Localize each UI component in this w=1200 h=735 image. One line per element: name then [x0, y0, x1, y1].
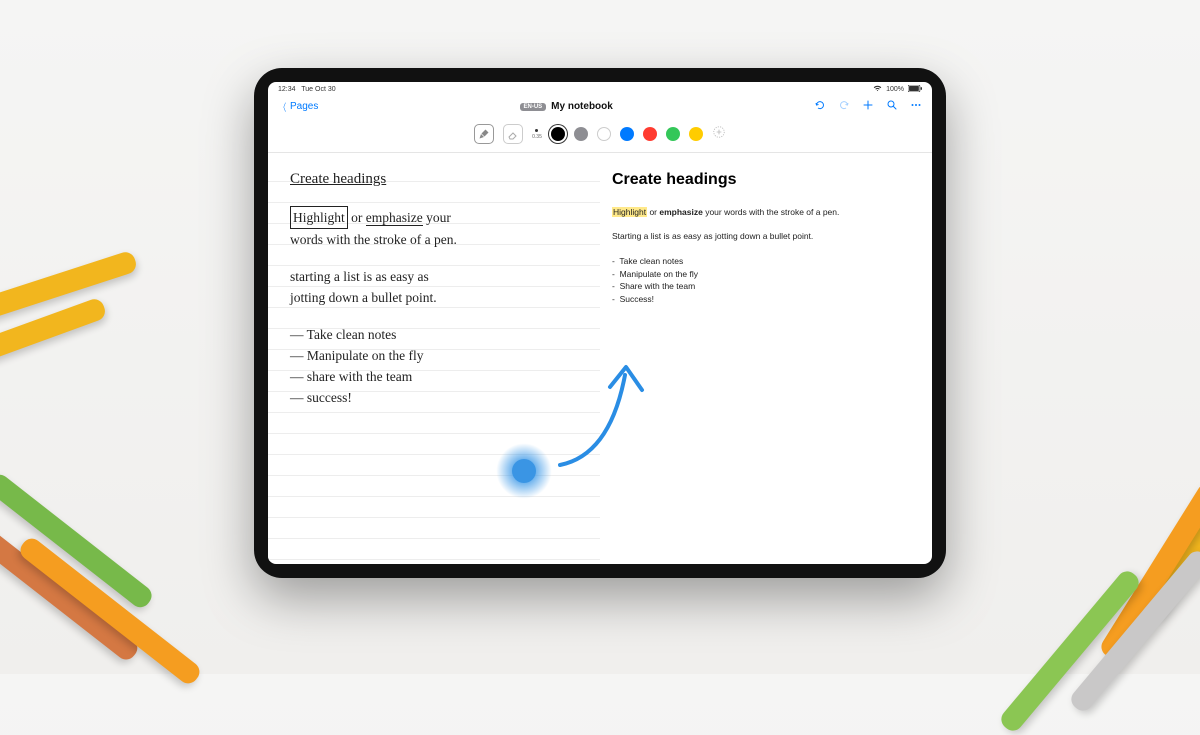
rendered-para: Highlight or emphasize your words with t…	[612, 207, 910, 219]
ipad-device: 12:34 Tue Oct 30 100% 〈 Pages EN-U	[254, 68, 946, 578]
rendered-pane[interactable]: Create headings Highlight or emphasize y…	[600, 153, 932, 561]
hw-line: starting a list is as easy as	[290, 266, 578, 287]
battery-icon	[908, 85, 922, 94]
status-left: 12:34 Tue Oct 30	[278, 86, 336, 93]
color-blue[interactable]	[620, 127, 634, 141]
pen-toolbar: 0.35	[268, 118, 932, 153]
nav-center: EN-US My notebook	[520, 101, 613, 112]
rendered-para: Starting a list is as easy as jotting do…	[612, 231, 910, 243]
document-title[interactable]: My notebook	[551, 101, 613, 112]
color-red[interactable]	[643, 127, 657, 141]
hw-line: words with the stroke of a pen.	[290, 229, 578, 250]
hw-line: Highlight or emphasize your	[290, 206, 578, 229]
hw-list-item: Manipulate on the fly	[290, 345, 578, 366]
status-right: 100%	[873, 85, 922, 94]
rendered-bold: emphasize	[659, 207, 702, 217]
screen: 12:34 Tue Oct 30 100% 〈 Pages EN-U	[268, 82, 932, 564]
hw-list: Take clean notes Manipulate on the fly s…	[290, 324, 578, 408]
hw-line: jotting down a bullet point.	[290, 287, 578, 308]
stroke-label: 0.35	[532, 134, 542, 140]
list-item: Share with the team	[612, 280, 910, 293]
color-green[interactable]	[666, 127, 680, 141]
hw-heading: Create headings	[290, 171, 578, 188]
status-bar: 12:34 Tue Oct 30 100%	[268, 82, 932, 96]
hw-underlined-word: emphasize	[366, 210, 423, 226]
pen-tool[interactable]	[474, 124, 494, 144]
search-button[interactable]	[886, 99, 898, 114]
list-item: Take clean notes	[612, 255, 910, 268]
list-item: Manipulate on the fly	[612, 268, 910, 281]
handwriting-pane[interactable]: Create headings Highlight or emphasize y…	[268, 153, 600, 561]
battery-pct: 100%	[886, 86, 904, 93]
content-area: Create headings Highlight or emphasize y…	[268, 153, 932, 561]
more-button[interactable]	[910, 99, 922, 114]
hw-boxed-word: Highlight	[290, 206, 348, 229]
language-badge[interactable]: EN-US	[520, 103, 547, 111]
back-label: Pages	[290, 101, 318, 112]
color-yellow[interactable]	[689, 127, 703, 141]
hw-list-item: Take clean notes	[290, 324, 578, 345]
status-time: 12:34	[278, 86, 296, 93]
nav-bar: 〈 Pages EN-US My notebook	[268, 96, 932, 118]
redo-button[interactable]	[838, 99, 850, 114]
color-white[interactable]	[597, 127, 611, 141]
color-black[interactable]	[551, 127, 565, 141]
hw-list-item: share with the team	[290, 366, 578, 387]
status-date: Tue Oct 30	[301, 86, 335, 93]
nav-actions	[814, 99, 922, 114]
color-picker-button[interactable]	[712, 125, 726, 144]
hw-list-item: success!	[290, 387, 578, 408]
list-item: Success!	[612, 293, 910, 306]
rendered-highlight: Highlight	[612, 207, 647, 217]
wifi-icon	[873, 85, 882, 94]
color-gray[interactable]	[574, 127, 588, 141]
rendered-heading: Create headings	[612, 171, 910, 189]
stroke-width[interactable]: 0.35	[532, 129, 542, 140]
rendered-list: Take clean notes Manipulate on the fly S…	[612, 255, 910, 306]
add-button[interactable]	[862, 99, 874, 114]
back-button[interactable]: 〈 Pages	[278, 99, 318, 114]
chevron-left-icon: 〈	[280, 99, 286, 114]
eraser-tool[interactable]	[503, 124, 523, 144]
undo-button[interactable]	[814, 99, 826, 114]
